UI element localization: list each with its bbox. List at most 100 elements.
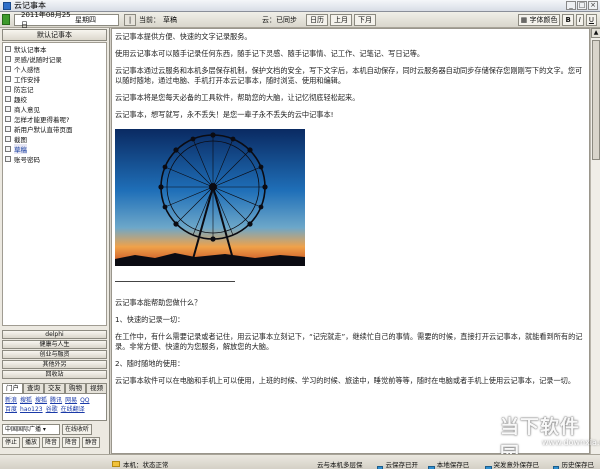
current-value: 草稿	[163, 16, 177, 24]
maximize-button[interactable]: □	[577, 1, 587, 10]
weekday-text: 星期四	[75, 16, 96, 24]
cloud-multi-label: 云与本机多层保存：	[317, 461, 363, 469]
local-status-text: 本机：状态正常	[123, 461, 169, 469]
link-qq[interactable]: QQ	[80, 397, 89, 404]
volume-down-button-2[interactable]: 降音	[62, 437, 81, 448]
tree-item[interactable]: 默认记事本	[3, 44, 106, 54]
tree-item[interactable]: 个人感悟	[3, 64, 106, 74]
volume-down-button[interactable]: 降音	[42, 437, 61, 448]
tree-item[interactable]: 防忘记	[3, 84, 106, 94]
sidebar: 默认记事本 默认记事本 灵感/说随时记录 个人感悟 工作安排 防忘记 趣绞 商人…	[0, 28, 110, 454]
status-item: 历史保存已开启	[553, 459, 600, 469]
toggle-sidebar-button[interactable]: |	[124, 14, 136, 26]
horizontal-rule	[115, 281, 235, 282]
tree-item[interactable]: 新用户默认直带页面	[3, 124, 106, 134]
notebook-icon	[5, 116, 11, 122]
app-icon	[3, 2, 11, 10]
window-titlebar: 云记事本 _ □ ×	[0, 0, 600, 12]
paragraph: 云记事本将是您每天必备的工具软件，帮助您的大脑，让记忆彻底轻松起来。	[115, 93, 360, 102]
paragraph: 1、快速的记录一切：	[115, 315, 185, 324]
watermark: 当下软件园 www.downxia.com	[478, 410, 600, 465]
cloud-sync-status: 云：已同步	[262, 16, 297, 24]
date-text: 2011年08月25日	[21, 11, 71, 29]
date-display[interactable]: 2011年08月25日 星期四	[14, 11, 119, 29]
link-baidu[interactable]: 百度	[5, 406, 17, 413]
status-item: 云保存已开启	[377, 459, 418, 469]
link-tencent[interactable]: 腾讯	[50, 397, 62, 404]
online-radio-button[interactable]: 在线收听	[62, 424, 93, 435]
downxia-logo-icon	[478, 414, 500, 436]
tree-item[interactable]: 商人意见	[3, 104, 106, 114]
link-netease[interactable]: 网易	[65, 397, 77, 404]
next-month-button[interactable]: 下月	[354, 14, 376, 26]
paragraph: 2、随时随地的使用：	[115, 359, 185, 368]
section-startup[interactable]: 创业与融资	[2, 350, 107, 359]
tab-video[interactable]: 视频	[86, 383, 107, 393]
section-recycle-bin[interactable]: 回收站	[2, 370, 107, 379]
prev-month-button[interactable]: 上月	[330, 14, 352, 26]
status-item-label: 本地保存已开启	[436, 461, 470, 469]
editor-scrollbar[interactable]: ▲	[590, 28, 600, 454]
paragraph: 云记事本软件可以在电脑和手机上可以使用，上班的时候、学习的时候、旅途中，睡觉前等…	[115, 376, 576, 385]
sidebar-header[interactable]: 默认记事本	[2, 29, 107, 41]
link-sohu[interactable]: 搜狐	[20, 397, 32, 404]
tree-item[interactable]: 怎样才能更得着呢?	[3, 114, 106, 124]
notebook-icon	[5, 126, 11, 132]
tab-friends[interactable]: 交友	[44, 383, 65, 393]
tab-portal[interactable]: 门户	[2, 383, 23, 393]
status-item-label: 历史保存已开启	[561, 461, 594, 469]
underline-button[interactable]: U	[585, 14, 597, 26]
notebook-icon	[5, 96, 11, 102]
tree-item[interactable]: 工作安排	[3, 74, 106, 84]
note-content[interactable]: 云记事本提供方便、快速的文字记录服务。 使用云记事本可以随手记录任何东西，随手记…	[112, 29, 589, 396]
notebook-icon	[5, 106, 11, 112]
tree-item[interactable]: 趣绞	[3, 94, 106, 104]
section-other[interactable]: 其他外另	[2, 360, 107, 369]
tab-search[interactable]: 查询	[23, 383, 44, 393]
link-translate[interactable]: 在线翻译	[61, 406, 85, 413]
section-delphi[interactable]: delphi	[2, 330, 107, 339]
link-sohu-2[interactable]: 搜狐	[35, 397, 47, 404]
link-hao123[interactable]: hao123	[20, 406, 43, 413]
status-item: 本地保存已开启	[428, 459, 475, 469]
close-button[interactable]: ×	[588, 1, 598, 10]
notebook-icon	[5, 146, 11, 152]
notebook-icon	[5, 156, 11, 162]
top-toolbar: 2011年08月25日 星期四 | 当前： 草稿 云：已同步 日历 上月 下月 ▦…	[0, 11, 600, 29]
minimize-button[interactable]: _	[566, 1, 576, 10]
bold-button[interactable]: B	[562, 14, 574, 26]
radio-station-select[interactable]: 中国国际广播 ▾	[2, 424, 60, 435]
notebook-icon	[5, 86, 11, 92]
status-item-label: 突发意外保存已开启	[493, 461, 540, 469]
calendar-button[interactable]: 日历	[306, 14, 328, 26]
notebook-icon	[5, 66, 11, 72]
paragraph: 在工作中，有什么需要记录或者记住，用云记事本立刻记下，“记完就走”，继续忙自己的…	[115, 332, 583, 351]
mute-button[interactable]: 静音	[82, 437, 101, 448]
scroll-thumb[interactable]	[592, 40, 600, 160]
paragraph: 云记事本，想写就写，永不丢失！是您一辈子永不丢失的云中记事本!	[115, 110, 334, 119]
tree-item[interactable]: 灵感/说随时记录	[3, 54, 106, 64]
current-notebook: 当前： 草稿	[139, 15, 177, 25]
note-editor[interactable]: 云记事本提供方便、快速的文字记录服务。 使用云记事本可以随手记录任何东西，随手记…	[111, 28, 590, 454]
palette-icon: ▦	[520, 16, 528, 24]
notebook-icon	[5, 136, 11, 142]
notebook-tree: 默认记事本 灵感/说随时记录 个人感悟 工作安排 防忘记 趣绞 商人意见 怎样才…	[2, 42, 107, 326]
font-color-button[interactable]: ▦ 字体颜色	[517, 14, 561, 26]
watermark-url: www.downxia.com	[542, 438, 600, 447]
tree-item[interactable]: 截图	[3, 134, 106, 144]
status-bar: 本机：状态正常 云与本机多层保存： 云保存已开启 本地保存已开启 突发意外保存已…	[0, 454, 600, 469]
stop-button[interactable]: 停止	[2, 437, 21, 448]
portal-links: 新浪 搜狐 搜狐 腾讯 网易 QQ 百度 hao123 谷歌 在线翻译	[2, 393, 107, 421]
section-health[interactable]: 健康与人生	[2, 340, 107, 349]
tab-shopping[interactable]: 购物	[65, 383, 86, 393]
paragraph: 云记事本提供方便、快速的文字记录服务。	[115, 32, 252, 41]
notebook-icon	[5, 76, 11, 82]
local-status-icon	[112, 461, 120, 467]
tree-item-selected[interactable]: 草稿	[3, 144, 106, 154]
link-sina[interactable]: 新浪	[5, 397, 17, 404]
scroll-up-icon[interactable]: ▲	[591, 28, 600, 38]
tree-item[interactable]: 账号密码	[3, 154, 106, 164]
link-google[interactable]: 谷歌	[46, 406, 58, 413]
italic-button[interactable]: I	[575, 14, 584, 26]
play-button[interactable]: 播放	[22, 437, 41, 448]
